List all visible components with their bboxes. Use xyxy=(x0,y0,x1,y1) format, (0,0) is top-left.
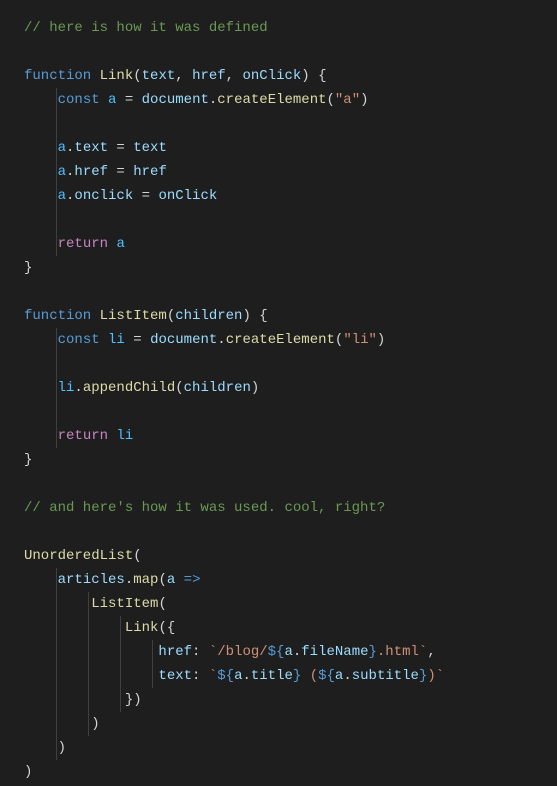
code-line: } xyxy=(20,448,537,472)
blank-line xyxy=(20,280,537,304)
blank-line xyxy=(20,400,537,424)
code-line: }) xyxy=(20,688,537,712)
code-line: function ListItem(children) { xyxy=(20,304,537,328)
code-line: articles.map(a => xyxy=(20,568,537,592)
code-line: const li = document.createElement("li") xyxy=(20,328,537,352)
code-line: li.appendChild(children) xyxy=(20,376,537,400)
code-line: a.href = href xyxy=(20,160,537,184)
code-line: ListItem( xyxy=(20,592,537,616)
code-line: return li xyxy=(20,424,537,448)
code-block: // here is how it was defined function L… xyxy=(20,16,537,784)
code-line: text: `${a.title} (${a.subtitle})` xyxy=(20,664,537,688)
blank-line xyxy=(20,40,537,64)
code-line: const a = document.createElement("a") xyxy=(20,88,537,112)
code-line: UnorderedList( xyxy=(20,544,537,568)
blank-line xyxy=(20,352,537,376)
code-line: href: `/blog/${a.fileName}.html`, xyxy=(20,640,537,664)
code-line: } xyxy=(20,256,537,280)
code-line: return a xyxy=(20,232,537,256)
code-line: // here is how it was defined xyxy=(20,16,537,40)
code-line: a.text = text xyxy=(20,136,537,160)
comment: // and here's how it was used. cool, rig… xyxy=(24,500,385,516)
code-line: ) xyxy=(20,736,537,760)
code-line: function Link(text, href, onClick) { xyxy=(20,64,537,88)
code-line: Link({ xyxy=(20,616,537,640)
blank-line xyxy=(20,208,537,232)
blank-line xyxy=(20,472,537,496)
code-line: // and here's how it was used. cool, rig… xyxy=(20,496,537,520)
blank-line xyxy=(20,520,537,544)
blank-line xyxy=(20,112,537,136)
comment: // here is how it was defined xyxy=(24,20,268,36)
code-line: ) xyxy=(20,712,537,736)
code-line: a.onclick = onClick xyxy=(20,184,537,208)
code-line: ) xyxy=(20,760,537,784)
